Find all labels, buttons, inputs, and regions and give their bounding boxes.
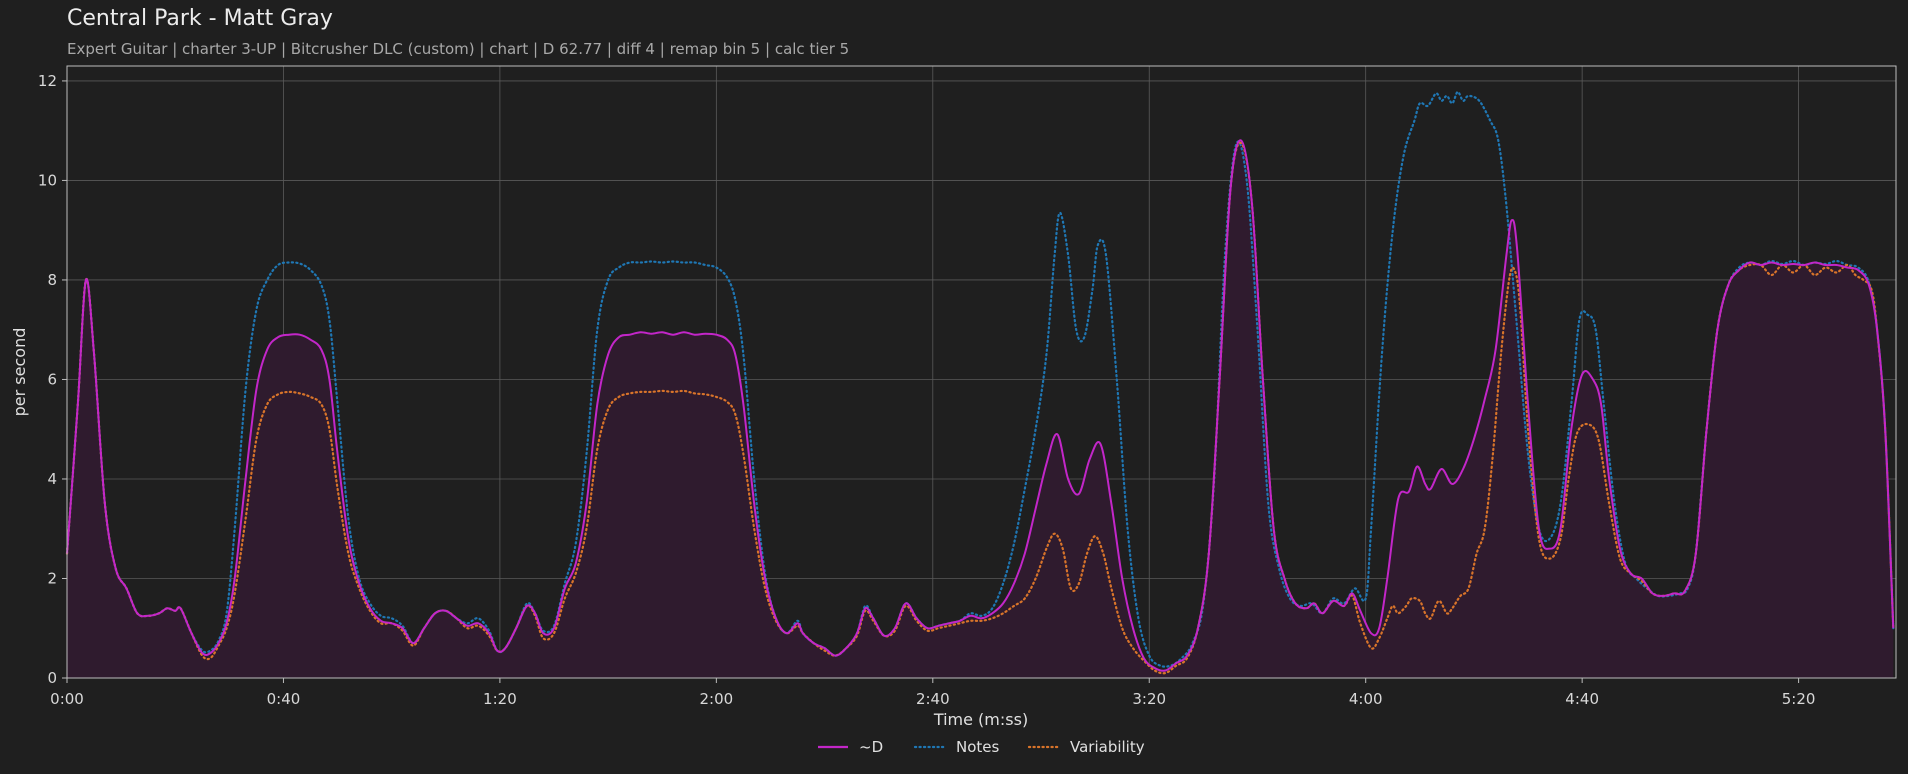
x-tick-label: 2:00	[700, 690, 734, 708]
y-tick-label: 2	[47, 569, 57, 587]
y-tick-label: 12	[38, 72, 57, 90]
y-tick-label: 6	[47, 370, 57, 388]
x-tick-label: 0:00	[50, 690, 84, 708]
y-tick-label: 0	[47, 669, 57, 687]
legend-label-variability-series: Variability	[1070, 738, 1145, 756]
legend: ~D Notes Variability	[818, 738, 1145, 756]
legend-label-d-series: ~D	[859, 738, 883, 756]
x-tick-label: 4:00	[1349, 690, 1383, 708]
y-axis-label: per second	[10, 328, 29, 417]
x-tick-label: 2:40	[916, 690, 950, 708]
x-axis: 0:00 0:40 1:20 2:00 2:40 3:20 4:00 4:40 5:20	[50, 678, 1815, 708]
y-tick-label: 10	[38, 171, 57, 189]
x-tick-label: 5:20	[1782, 690, 1816, 708]
y-tick-label: 8	[47, 271, 57, 289]
x-tick-label: 0:40	[267, 690, 301, 708]
y-axis: 0 2 4 6 8 10 12	[38, 72, 67, 687]
x-axis-label: Time (m:ss)	[933, 710, 1028, 729]
y-tick-label: 4	[47, 470, 57, 488]
x-tick-label: 1:20	[483, 690, 517, 708]
x-tick-label: 3:20	[1132, 690, 1166, 708]
legend-label-notes-series: Notes	[956, 738, 1000, 756]
line-chart: 0:00 0:40 1:20 2:00 2:40 3:20 4:00 4:40 5:20 0 2 4…	[10, 65, 1897, 756]
x-tick-label: 4:40	[1565, 690, 1599, 708]
